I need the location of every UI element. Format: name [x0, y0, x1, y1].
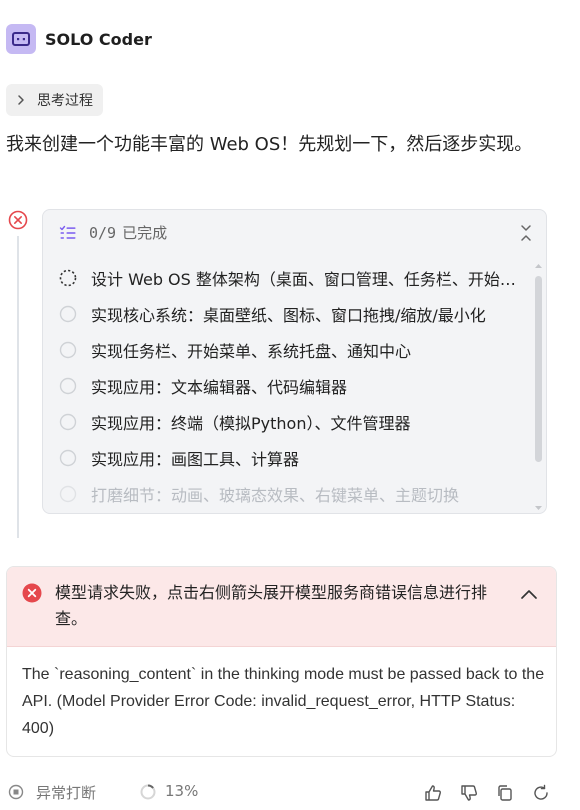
error-card: 模型请求失败，点击右侧箭头展开模型服务商错误信息进行排查。 The `reaso…	[6, 566, 557, 757]
error-circle-icon	[8, 210, 28, 230]
scrollbar[interactable]	[534, 262, 543, 512]
chevron-right-icon	[14, 93, 28, 107]
error-detail-text: The `reasoning_content` in the thinking …	[22, 666, 545, 737]
collapse-icon	[521, 225, 531, 241]
checklist-icon	[59, 225, 76, 239]
todo-item-label: 实现应用：终端（模拟Python）、文件管理器	[91, 414, 411, 433]
scroll-down-arrow-icon[interactable]	[534, 504, 543, 512]
todo-progress-count: 0/9	[89, 223, 117, 242]
thumbs-down-icon[interactable]	[460, 784, 478, 802]
todo-item: 实现应用：画图工具、计算器	[59, 440, 524, 476]
bot-avatar	[6, 24, 36, 54]
interrupted-icon	[8, 784, 24, 800]
interrupted-status: 异常打断	[36, 784, 97, 802]
timeline-line	[17, 236, 19, 538]
todo-item-label: 实现任务栏、开始菜单、系统托盘、通知中心	[91, 342, 412, 361]
scroll-up-arrow-icon[interactable]	[534, 262, 543, 270]
todo-item: 实现核心系统：桌面壁纸、图标、窗口拖拽/缩放/最小化	[59, 296, 524, 332]
todo-item-label: 打磨细节：动画、玻璃态效果、右键菜单、主题切换	[91, 486, 460, 505]
message-footer: 异常打断 13%	[0, 780, 580, 810]
todo-item: 实现任务栏、开始菜单、系统托盘、通知中心	[59, 332, 524, 368]
todo-item-label: 设计 Web OS 整体架构（桌面、窗口管理、任务栏、开始菜单）	[91, 270, 524, 289]
context-usage-ring-icon	[140, 784, 156, 800]
thumbs-up-icon[interactable]	[424, 784, 442, 802]
message-header: SOLO Coder	[6, 24, 152, 54]
retry-icon[interactable]	[532, 784, 550, 802]
chevron-up-icon	[521, 590, 537, 599]
todo-item: 打磨细节：动画、玻璃态效果、右键菜单、主题切换	[59, 476, 524, 512]
todo-item: 设计 Web OS 整体架构（桌面、窗口管理、任务栏、开始菜单）	[59, 260, 524, 296]
error-expand-button[interactable]	[520, 586, 538, 600]
collapse-button[interactable]	[518, 224, 534, 242]
error-banner: 模型请求失败，点击右侧箭头展开模型服务商错误信息进行排查。	[7, 567, 556, 647]
scrollbar-thumb[interactable]	[535, 276, 542, 462]
todo-item-label: 实现应用：画图工具、计算器	[91, 450, 300, 469]
error-x-icon	[22, 583, 42, 603]
in-progress-icon	[59, 269, 77, 287]
pending-circle-icon	[59, 305, 77, 323]
pending-circle-icon	[59, 485, 77, 503]
todo-items: 设计 Web OS 整体架构（桌面、窗口管理、任务栏、开始菜单） 实现核心系统：…	[59, 260, 524, 512]
todo-item-label: 实现核心系统：桌面壁纸、图标、窗口拖拽/缩放/最小化	[91, 306, 486, 325]
robot-icon	[12, 32, 30, 46]
todo-header: 0/9 已完成	[59, 222, 167, 243]
pending-circle-icon	[59, 413, 77, 431]
bot-name: SOLO Coder	[45, 29, 152, 49]
error-title: 模型请求失败，点击右侧箭头展开模型服务商错误信息进行排查。	[55, 583, 488, 628]
todo-item: 实现应用：终端（模拟Python）、文件管理器	[59, 404, 524, 440]
todo-progress-status: 已完成	[122, 224, 168, 242]
todo-list-card: 0/9 已完成 设计 Web OS 整体架构（桌面、窗口管理、任务栏、开始菜单）…	[42, 209, 547, 514]
pending-circle-icon	[59, 377, 77, 395]
pending-circle-icon	[59, 341, 77, 359]
todo-item-label: 实现应用：文本编辑器、代码编辑器	[91, 378, 348, 397]
todo-item: 实现应用：文本编辑器、代码编辑器	[59, 368, 524, 404]
assistant-reply-text: 我来创建一个功能丰富的 Web OS！先规划一下，然后逐步实现。	[6, 134, 533, 155]
thinking-process-label: 思考过程	[37, 93, 93, 109]
thinking-process-toggle[interactable]: 思考过程	[6, 84, 103, 116]
context-usage-percent: 13%	[165, 782, 199, 800]
pending-circle-icon	[59, 449, 77, 467]
copy-icon[interactable]	[496, 784, 514, 802]
